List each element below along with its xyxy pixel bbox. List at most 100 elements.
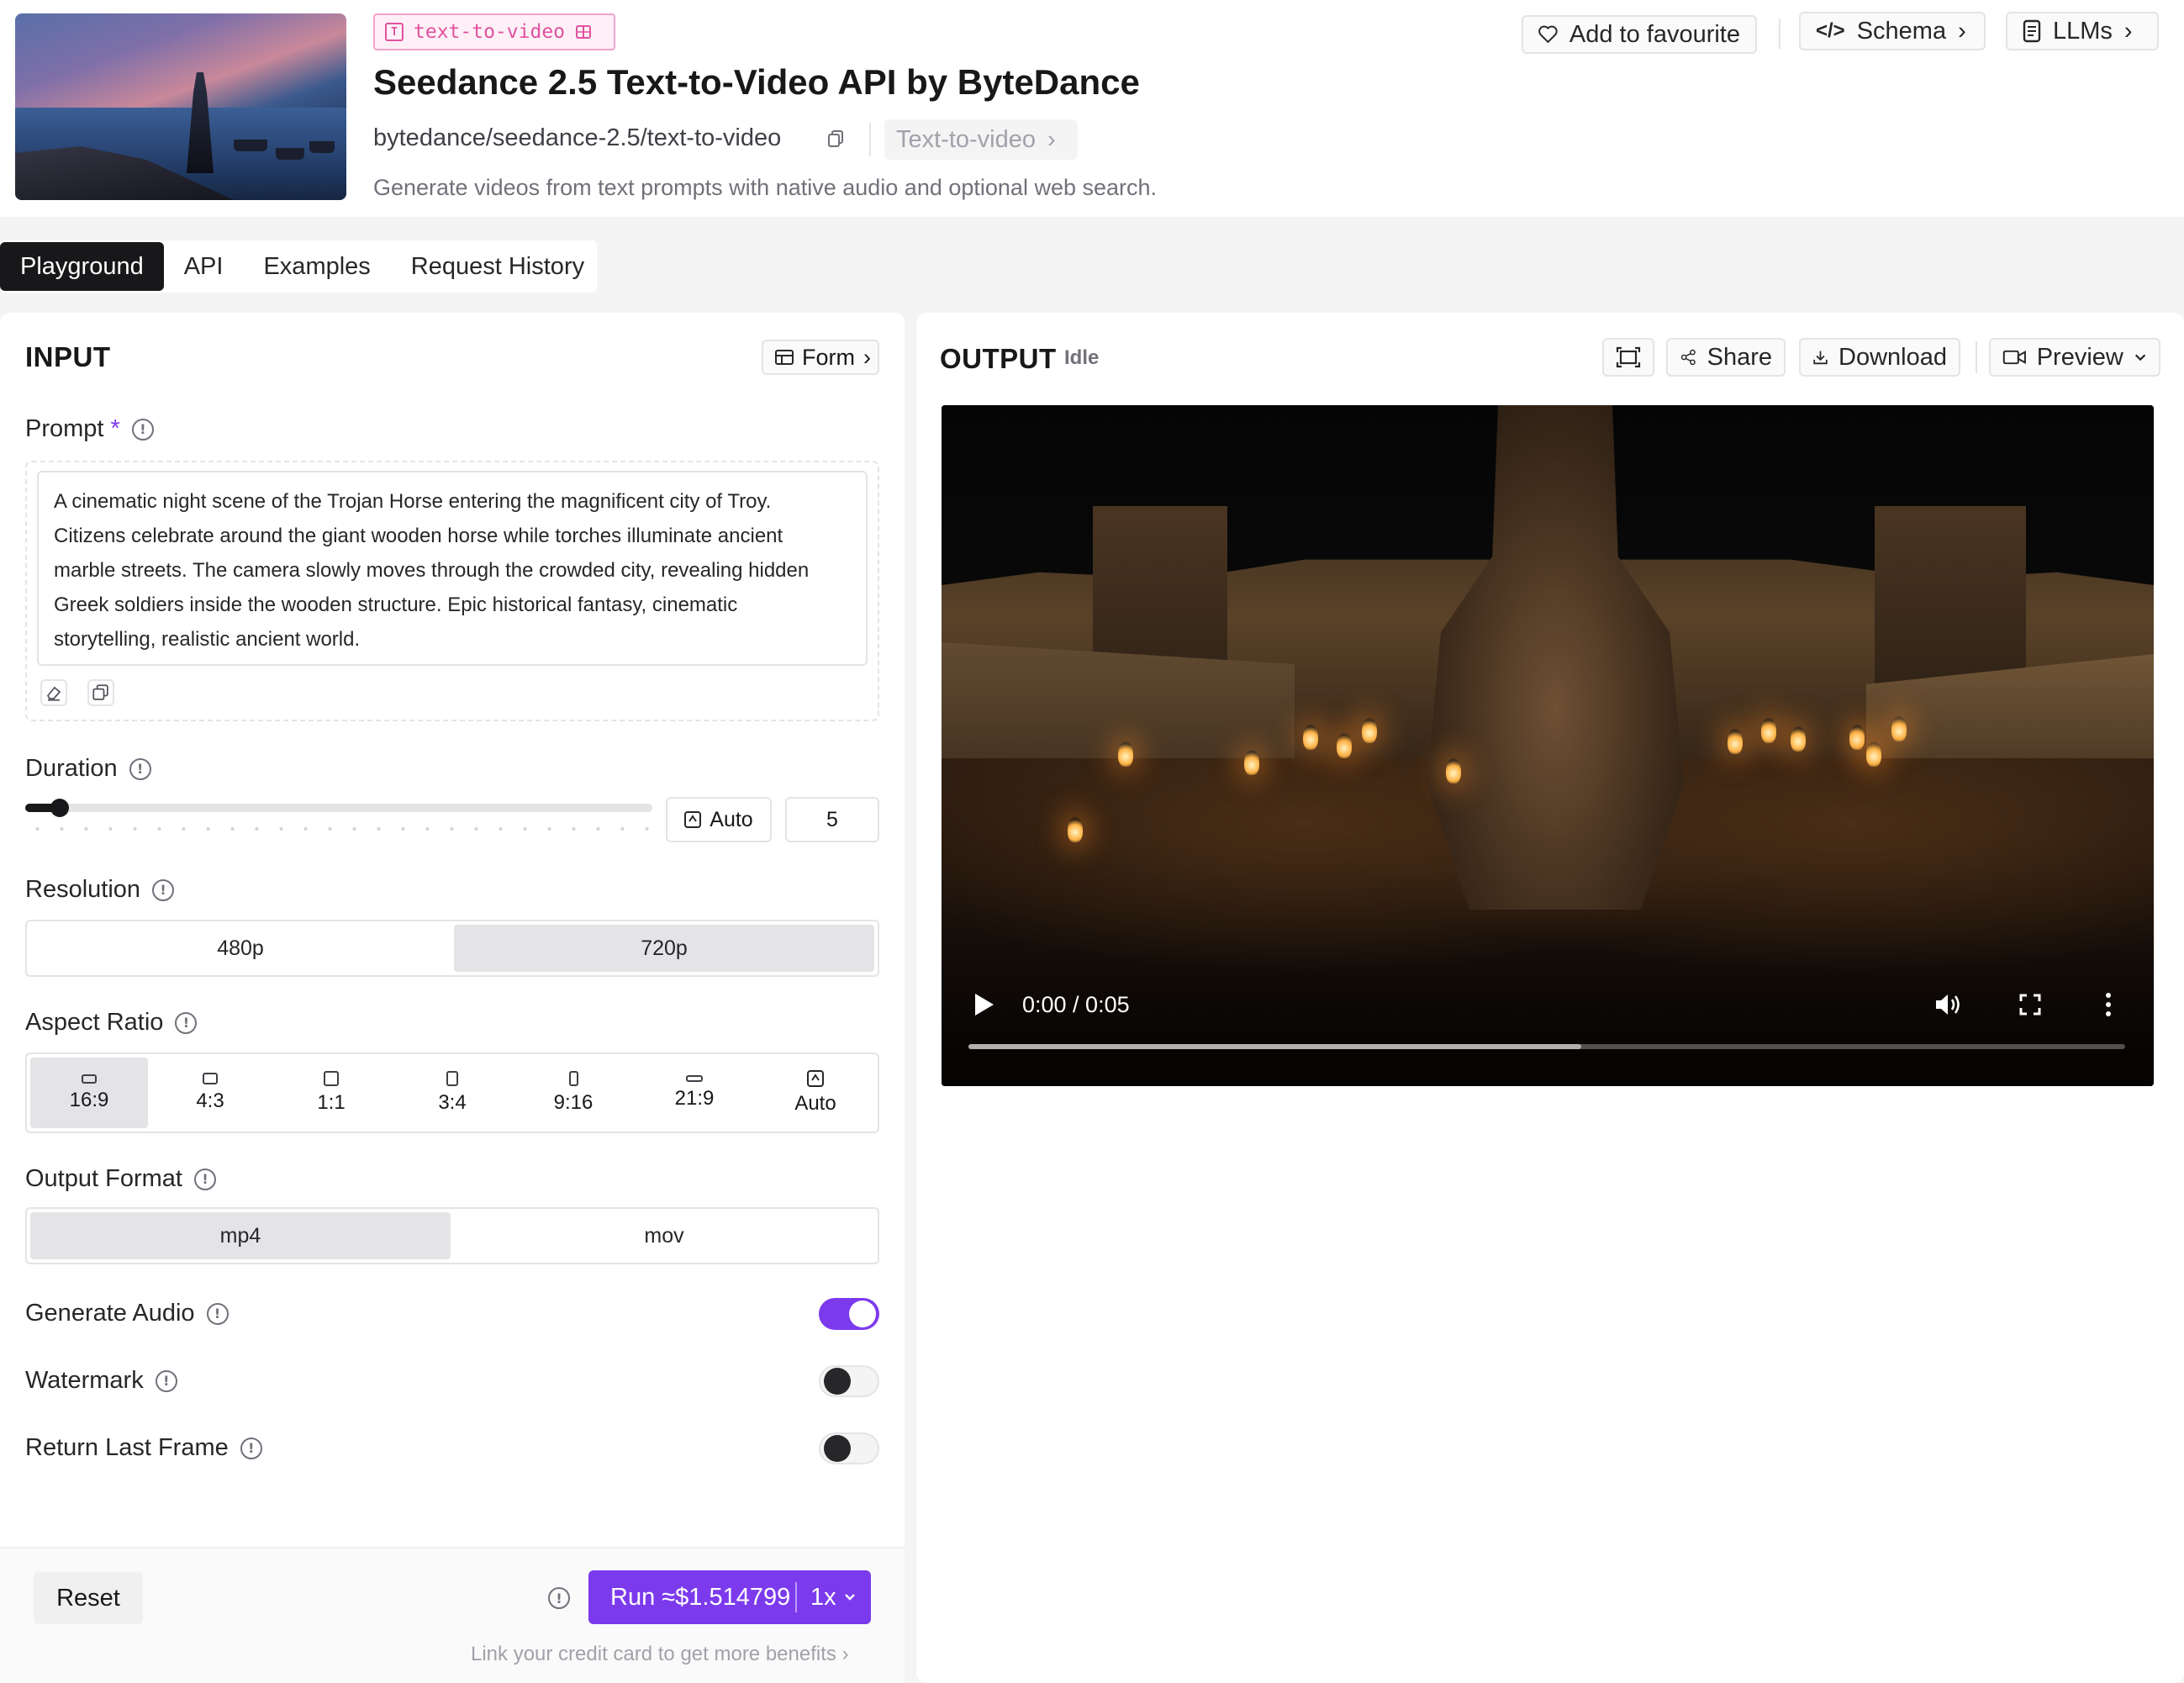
category-link[interactable]: Text-to-video › (884, 119, 1078, 160)
auto-label: Auto (710, 807, 753, 831)
format-option-mov[interactable]: mov (454, 1212, 874, 1259)
prompt-line: A cinematic night scene of the Trojan Ho… (54, 490, 772, 513)
auto-icon (807, 1070, 824, 1087)
fullscreen-icon[interactable] (2019, 994, 2041, 1016)
input-title: INPUT (25, 341, 111, 372)
return-last-frame-label: Return Last Frame ! (25, 1434, 262, 1462)
model-thumbnail (15, 13, 346, 200)
info-icon[interactable]: ! (206, 1302, 229, 1325)
credit-card-link[interactable]: Link your credit card to get more benefi… (471, 1643, 849, 1666)
resolution-option-480p[interactable]: 480p (30, 925, 451, 972)
info-icon[interactable]: ! (131, 418, 154, 441)
duration-slider-thumb[interactable] (50, 799, 69, 817)
info-icon[interactable]: ! (240, 1437, 262, 1459)
download-icon (1813, 351, 1828, 365)
aspect-option-3-4[interactable]: 3:4 (393, 1058, 511, 1128)
duration-auto-button[interactable]: Auto (666, 797, 772, 842)
info-icon[interactable]: ! (155, 1369, 177, 1392)
tab-api[interactable]: API (164, 242, 244, 291)
info-icon[interactable]: ! (193, 1168, 216, 1190)
add-to-favourite-button[interactable]: Add to favourite (1522, 15, 1757, 54)
more-options-icon[interactable] (2105, 992, 2112, 1017)
divider (1779, 18, 1780, 49)
aspect-ratio-label: Aspect Ratio ! (25, 1009, 198, 1037)
tab-playground[interactable]: Playground (0, 242, 164, 291)
tab-examples[interactable]: Examples (243, 242, 390, 291)
copy-icon[interactable] (827, 129, 844, 148)
prompt-textarea[interactable]: A cinematic night scene of the Trojan Ho… (37, 471, 868, 666)
info-icon[interactable]: ! (129, 757, 151, 780)
divider (1976, 341, 1977, 373)
duration-input[interactable]: 5 (785, 797, 879, 842)
duration-slider-track[interactable] (25, 804, 652, 812)
chevron-right-icon: › (1047, 125, 1056, 153)
run-button[interactable]: Run ≈$1.514799 1x (588, 1570, 871, 1624)
watermark-label: Watermark ! (25, 1367, 177, 1395)
aspect-option-auto[interactable]: Auto (757, 1058, 874, 1128)
resolution-label: Resolution ! (25, 876, 175, 904)
run-button-label: Run ≈$1.514799 (610, 1583, 791, 1611)
fit-view-button[interactable] (1602, 338, 1654, 377)
category-tag: T text-to-video (373, 13, 615, 50)
watermark-toggle[interactable] (819, 1365, 879, 1397)
aspect-option-21-9[interactable]: 21:9 (636, 1058, 753, 1128)
aspect-option-9-16[interactable]: 9:16 (514, 1058, 632, 1128)
document-icon (2023, 19, 2041, 43)
play-icon[interactable] (975, 994, 994, 1016)
prompt-line: Citizens celebrate around the giant wood… (54, 525, 783, 547)
preview-label: Preview (2036, 343, 2123, 371)
tab-request-history[interactable]: Request History (391, 242, 604, 291)
schema-button[interactable]: </> Schema › (1799, 12, 1986, 50)
ratio-4-3-icon (203, 1073, 218, 1084)
download-button[interactable]: Download (1799, 338, 1960, 377)
llms-label: LLMs (2053, 17, 2113, 45)
prompt-label: Prompt * ! (25, 415, 154, 443)
ratio-9-16-icon (568, 1071, 578, 1086)
chevron-right-icon: › (841, 1643, 849, 1665)
ratio-21-9-icon (686, 1075, 703, 1082)
eraser-icon[interactable] (40, 679, 67, 706)
output-format-label: Output Format ! (25, 1165, 216, 1193)
output-title: OUTPUT (940, 343, 1057, 374)
ratio-3-4-icon (446, 1071, 458, 1086)
info-icon[interactable]: ! (548, 1587, 570, 1609)
aspect-option-4-3[interactable]: 4:3 (151, 1058, 269, 1128)
chevron-right-icon: › (1958, 17, 1966, 45)
duration-slider-ticks (25, 827, 652, 831)
video-time: 0:00 / 0:05 (1022, 992, 1130, 1017)
info-icon[interactable]: ! (175, 1011, 198, 1034)
reset-button[interactable]: Reset (34, 1572, 143, 1624)
ratio-1-1-icon (324, 1071, 339, 1086)
video-progress-buffer (968, 1044, 1581, 1049)
chevron-down-icon (2134, 354, 2146, 361)
aspect-option-1-1[interactable]: 1:1 (272, 1058, 390, 1128)
prompt-line: storytelling, realistic ancient world. (54, 628, 361, 651)
prompt-line: marble streets. The camera slowly moves … (54, 559, 810, 582)
share-icon (1680, 349, 1696, 366)
tab-bar: Playground API Examples Request History (0, 240, 597, 293)
form-view-button[interactable]: Form › (762, 340, 879, 375)
info-icon[interactable]: ! (152, 878, 175, 901)
status-badge: Idle (1064, 346, 1100, 369)
aspect-option-16-9[interactable]: 16:9 (30, 1058, 148, 1128)
return-last-frame-toggle[interactable] (819, 1432, 879, 1464)
resolution-option-720p[interactable]: 720p (454, 925, 874, 972)
video-camera-icon (2002, 350, 2026, 365)
video-player[interactable] (942, 405, 2154, 1086)
share-label: Share (1707, 343, 1772, 371)
format-option-mp4[interactable]: mp4 (30, 1212, 451, 1259)
heart-icon (1538, 25, 1558, 43)
page-title: Seedance 2.5 Text-to-Video API by ByteDa… (373, 62, 1140, 102)
table-icon (775, 350, 794, 365)
copy-icon[interactable] (87, 679, 114, 706)
generate-audio-toggle[interactable] (819, 1298, 879, 1330)
video-icon (576, 25, 592, 39)
text-type-icon: T (385, 23, 404, 41)
multiplier-dropdown[interactable]: 1x (797, 1584, 857, 1612)
category-tag-label: text-to-video (414, 21, 566, 43)
llms-button[interactable]: LLMs › (2006, 12, 2159, 50)
add-to-favourite-label: Add to favourite (1569, 20, 1740, 48)
share-button[interactable]: Share (1666, 338, 1786, 377)
volume-icon[interactable] (1933, 992, 1962, 1017)
preview-dropdown[interactable]: Preview (1989, 338, 2160, 377)
